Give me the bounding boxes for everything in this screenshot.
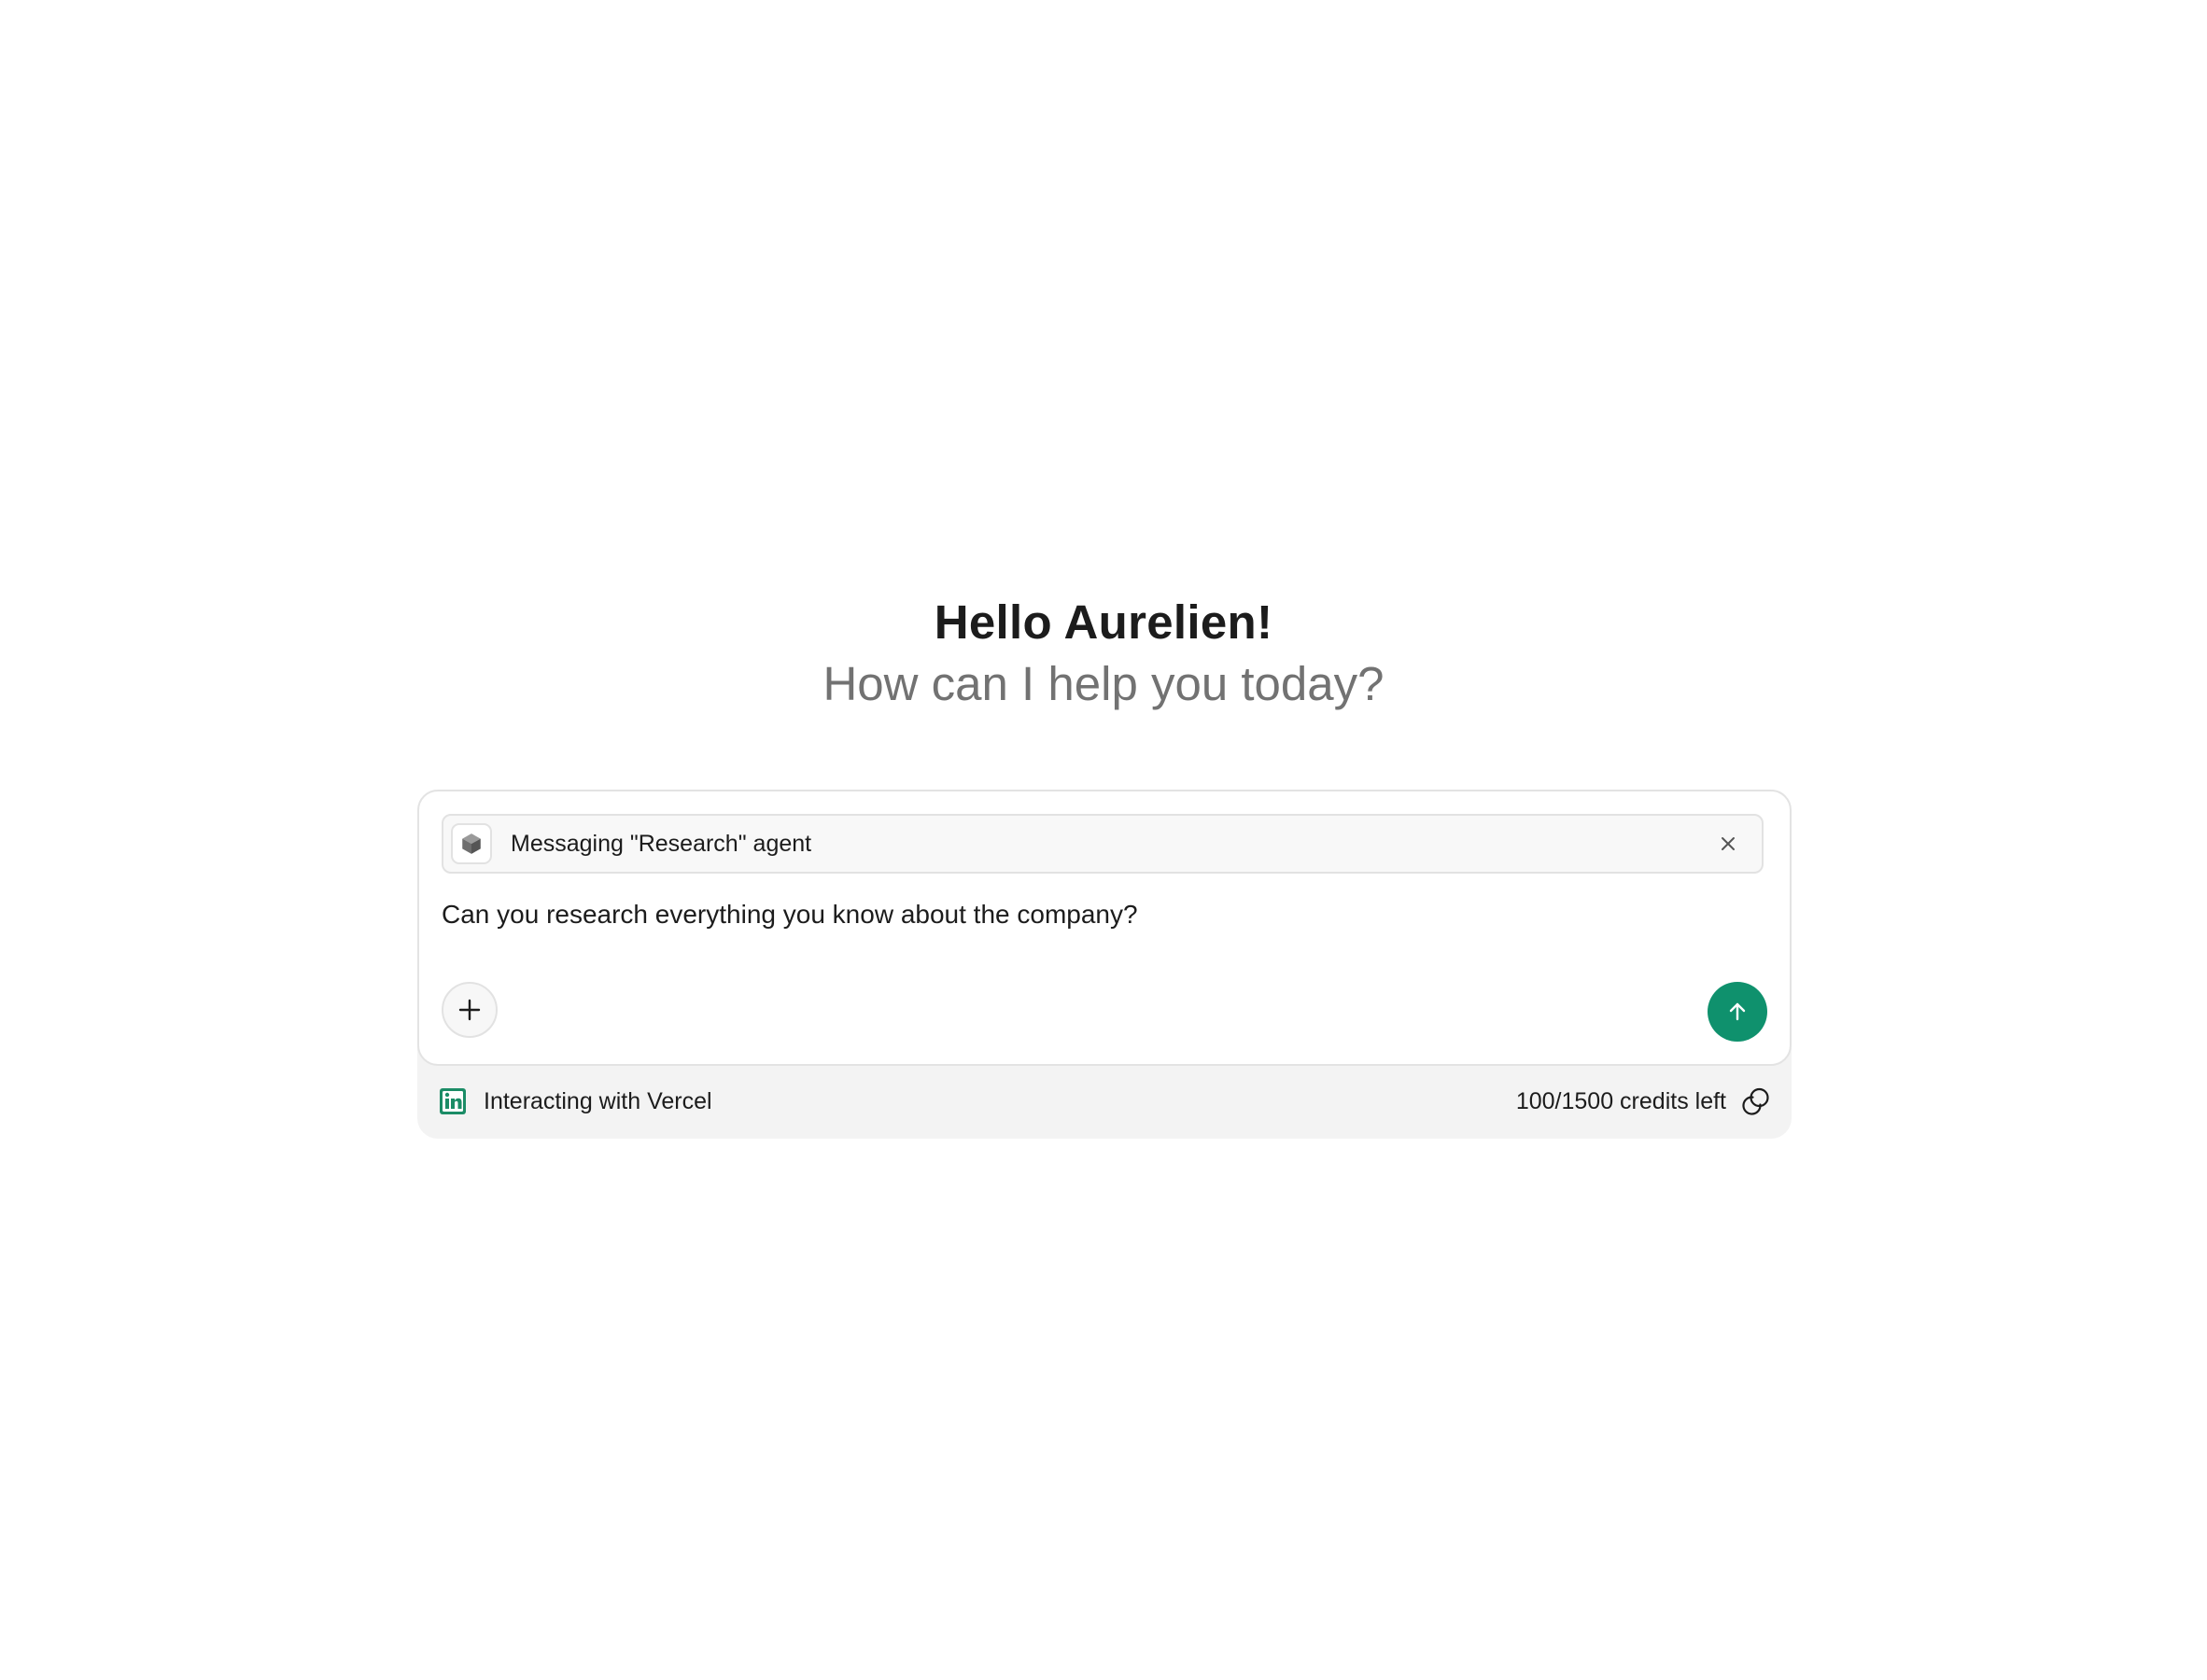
greeting: Hello Aurelien! How can I help you today… (0, 590, 2207, 717)
close-icon[interactable] (1715, 831, 1741, 857)
linkedin-icon (440, 1088, 466, 1114)
message-input[interactable]: Can you research everything you know abo… (442, 896, 1138, 933)
agent-chip-label: Messaging "Research" agent (511, 831, 812, 857)
add-button[interactable] (442, 982, 498, 1038)
cube-icon (451, 823, 492, 864)
page: Hello Aurelien! How can I help you today… (0, 0, 2207, 1680)
greeting-title: Hello Aurelien! (934, 595, 1273, 649)
plus-icon (458, 999, 481, 1021)
agent-chip: Messaging "Research" agent (442, 814, 1764, 874)
coins-icon[interactable] (1741, 1086, 1771, 1116)
integration-label: Interacting with Vercel (484, 1088, 712, 1114)
arrow-up-icon (1729, 1002, 1746, 1021)
composer-container: Messaging "Research" agent Can you resea… (417, 790, 1792, 1139)
send-button[interactable] (1708, 982, 1767, 1042)
composer: Messaging "Research" agent Can you resea… (417, 790, 1792, 1066)
composer-footer: Interacting with Vercel 100/1500 credits… (417, 1064, 1792, 1139)
credits-label: 100/1500 credits left (1515, 1088, 1726, 1114)
greeting-subtitle: How can I help you today? (822, 657, 1385, 710)
